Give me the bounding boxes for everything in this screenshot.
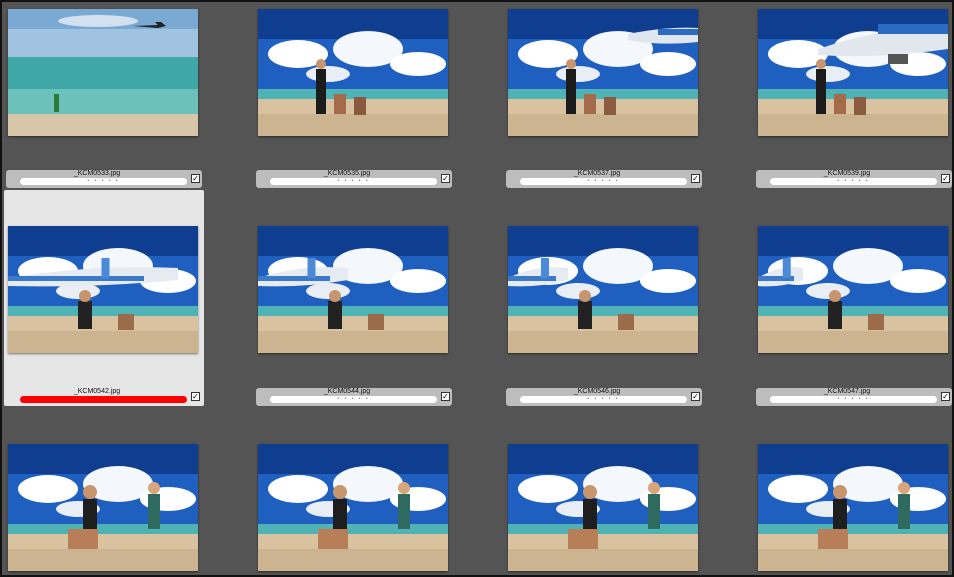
filename-label: _KCM0546.jpg xyxy=(573,388,621,395)
rating-bar[interactable]: • • • • • xyxy=(520,396,687,403)
filename-label: _KCM0547.jpg xyxy=(823,388,871,395)
pick-checkbox[interactable]: ✓ xyxy=(941,174,950,183)
filename-label: _KCM0539.jpg xyxy=(823,170,871,177)
pick-checkbox[interactable]: ✓ xyxy=(191,392,200,401)
rating-bar[interactable]: • • • • • xyxy=(770,396,937,403)
pick-checkbox[interactable]: ✓ xyxy=(691,174,700,183)
thumbnail-grid: _KCM0533.jpg • • • • • ✓ _KCM0535.jpg • • •… xyxy=(0,0,954,577)
filename-label: _KCM0533.jpg xyxy=(73,170,121,177)
rating-bar[interactable]: • • • • • xyxy=(520,178,687,185)
photo-thumbnail[interactable] xyxy=(8,226,198,353)
photo-thumbnail[interactable] xyxy=(758,9,948,136)
pick-checkbox[interactable]: ✓ xyxy=(441,174,450,183)
thumbnail-caption: _KCM0539.jpg • • • • • ✓ xyxy=(756,170,952,188)
photo-thumbnail[interactable] xyxy=(758,226,948,353)
photo-thumbnail[interactable] xyxy=(758,444,948,571)
photo-thumbnail[interactable] xyxy=(508,444,698,571)
rating-bar[interactable]: • • • • • xyxy=(270,178,437,185)
thumbnail-caption: _KCM0537.jpg • • • • • ✓ xyxy=(506,170,702,188)
photo-thumbnail[interactable] xyxy=(508,226,698,353)
photo-thumbnail[interactable] xyxy=(258,9,448,136)
rating-bar[interactable]: • • • • • xyxy=(20,396,187,403)
rating-bar[interactable]: • • • • • xyxy=(20,178,187,185)
pick-checkbox[interactable]: ✓ xyxy=(191,174,200,183)
filename-label: _KCM0542.jpg xyxy=(73,388,121,395)
photo-thumbnail[interactable] xyxy=(258,226,448,353)
filename-label: _KCM0544.jpg xyxy=(323,388,371,395)
photo-thumbnail[interactable] xyxy=(8,444,198,571)
rating-bar[interactable]: • • • • • xyxy=(270,396,437,403)
pick-checkbox[interactable]: ✓ xyxy=(941,392,950,401)
pick-checkbox[interactable]: ✓ xyxy=(691,392,700,401)
thumbnail-cell[interactable]: _KCM0542.jpg • • • • • ✓ xyxy=(4,190,204,406)
thumbnail-caption: _KCM0533.jpg • • • • • ✓ xyxy=(6,170,202,188)
thumbnail-caption: _KCM0544.jpg • • • • • ✓ xyxy=(256,388,452,406)
thumbnail-caption: _KCM0546.jpg • • • • • ✓ xyxy=(506,388,702,406)
thumbnail-caption: _KCM0542.jpg • • • • • ✓ xyxy=(6,388,202,406)
thumbnail-caption: _KCM0535.jpg • • • • • ✓ xyxy=(256,170,452,188)
rating-bar[interactable]: • • • • • xyxy=(770,178,937,185)
filename-label: _KCM0535.jpg xyxy=(323,170,371,177)
photo-thumbnail[interactable] xyxy=(8,9,198,136)
filename-label: _KCM0537.jpg xyxy=(573,170,621,177)
photo-thumbnail[interactable] xyxy=(258,444,448,571)
pick-checkbox[interactable]: ✓ xyxy=(441,392,450,401)
thumbnail-caption: _KCM0547.jpg • • • • • ✓ xyxy=(756,388,952,406)
photo-thumbnail[interactable] xyxy=(508,9,698,136)
